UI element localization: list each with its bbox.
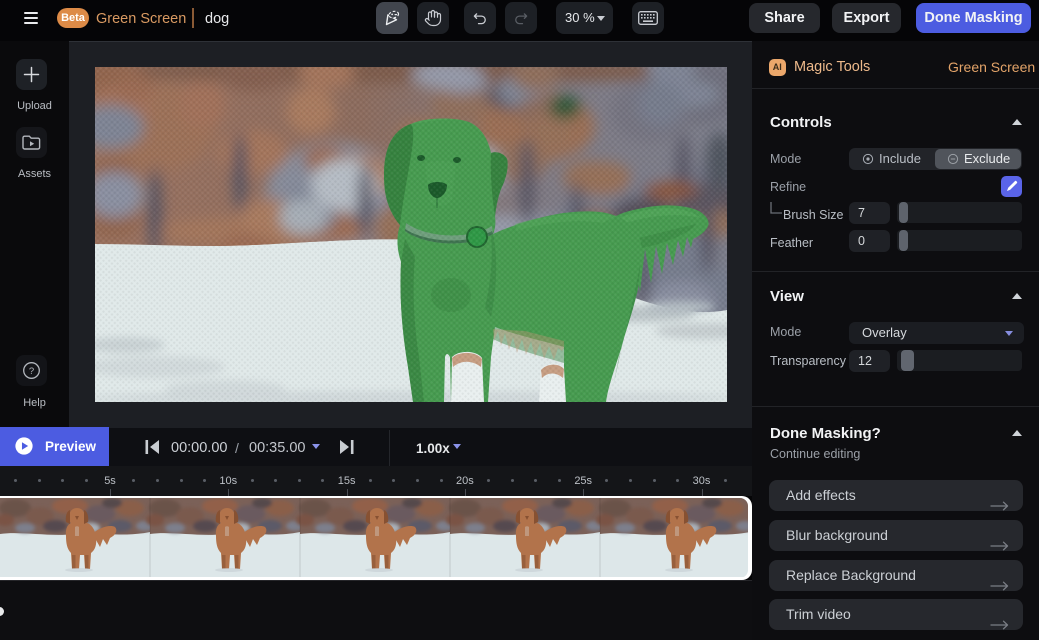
svg-text:?: ? <box>29 366 34 377</box>
